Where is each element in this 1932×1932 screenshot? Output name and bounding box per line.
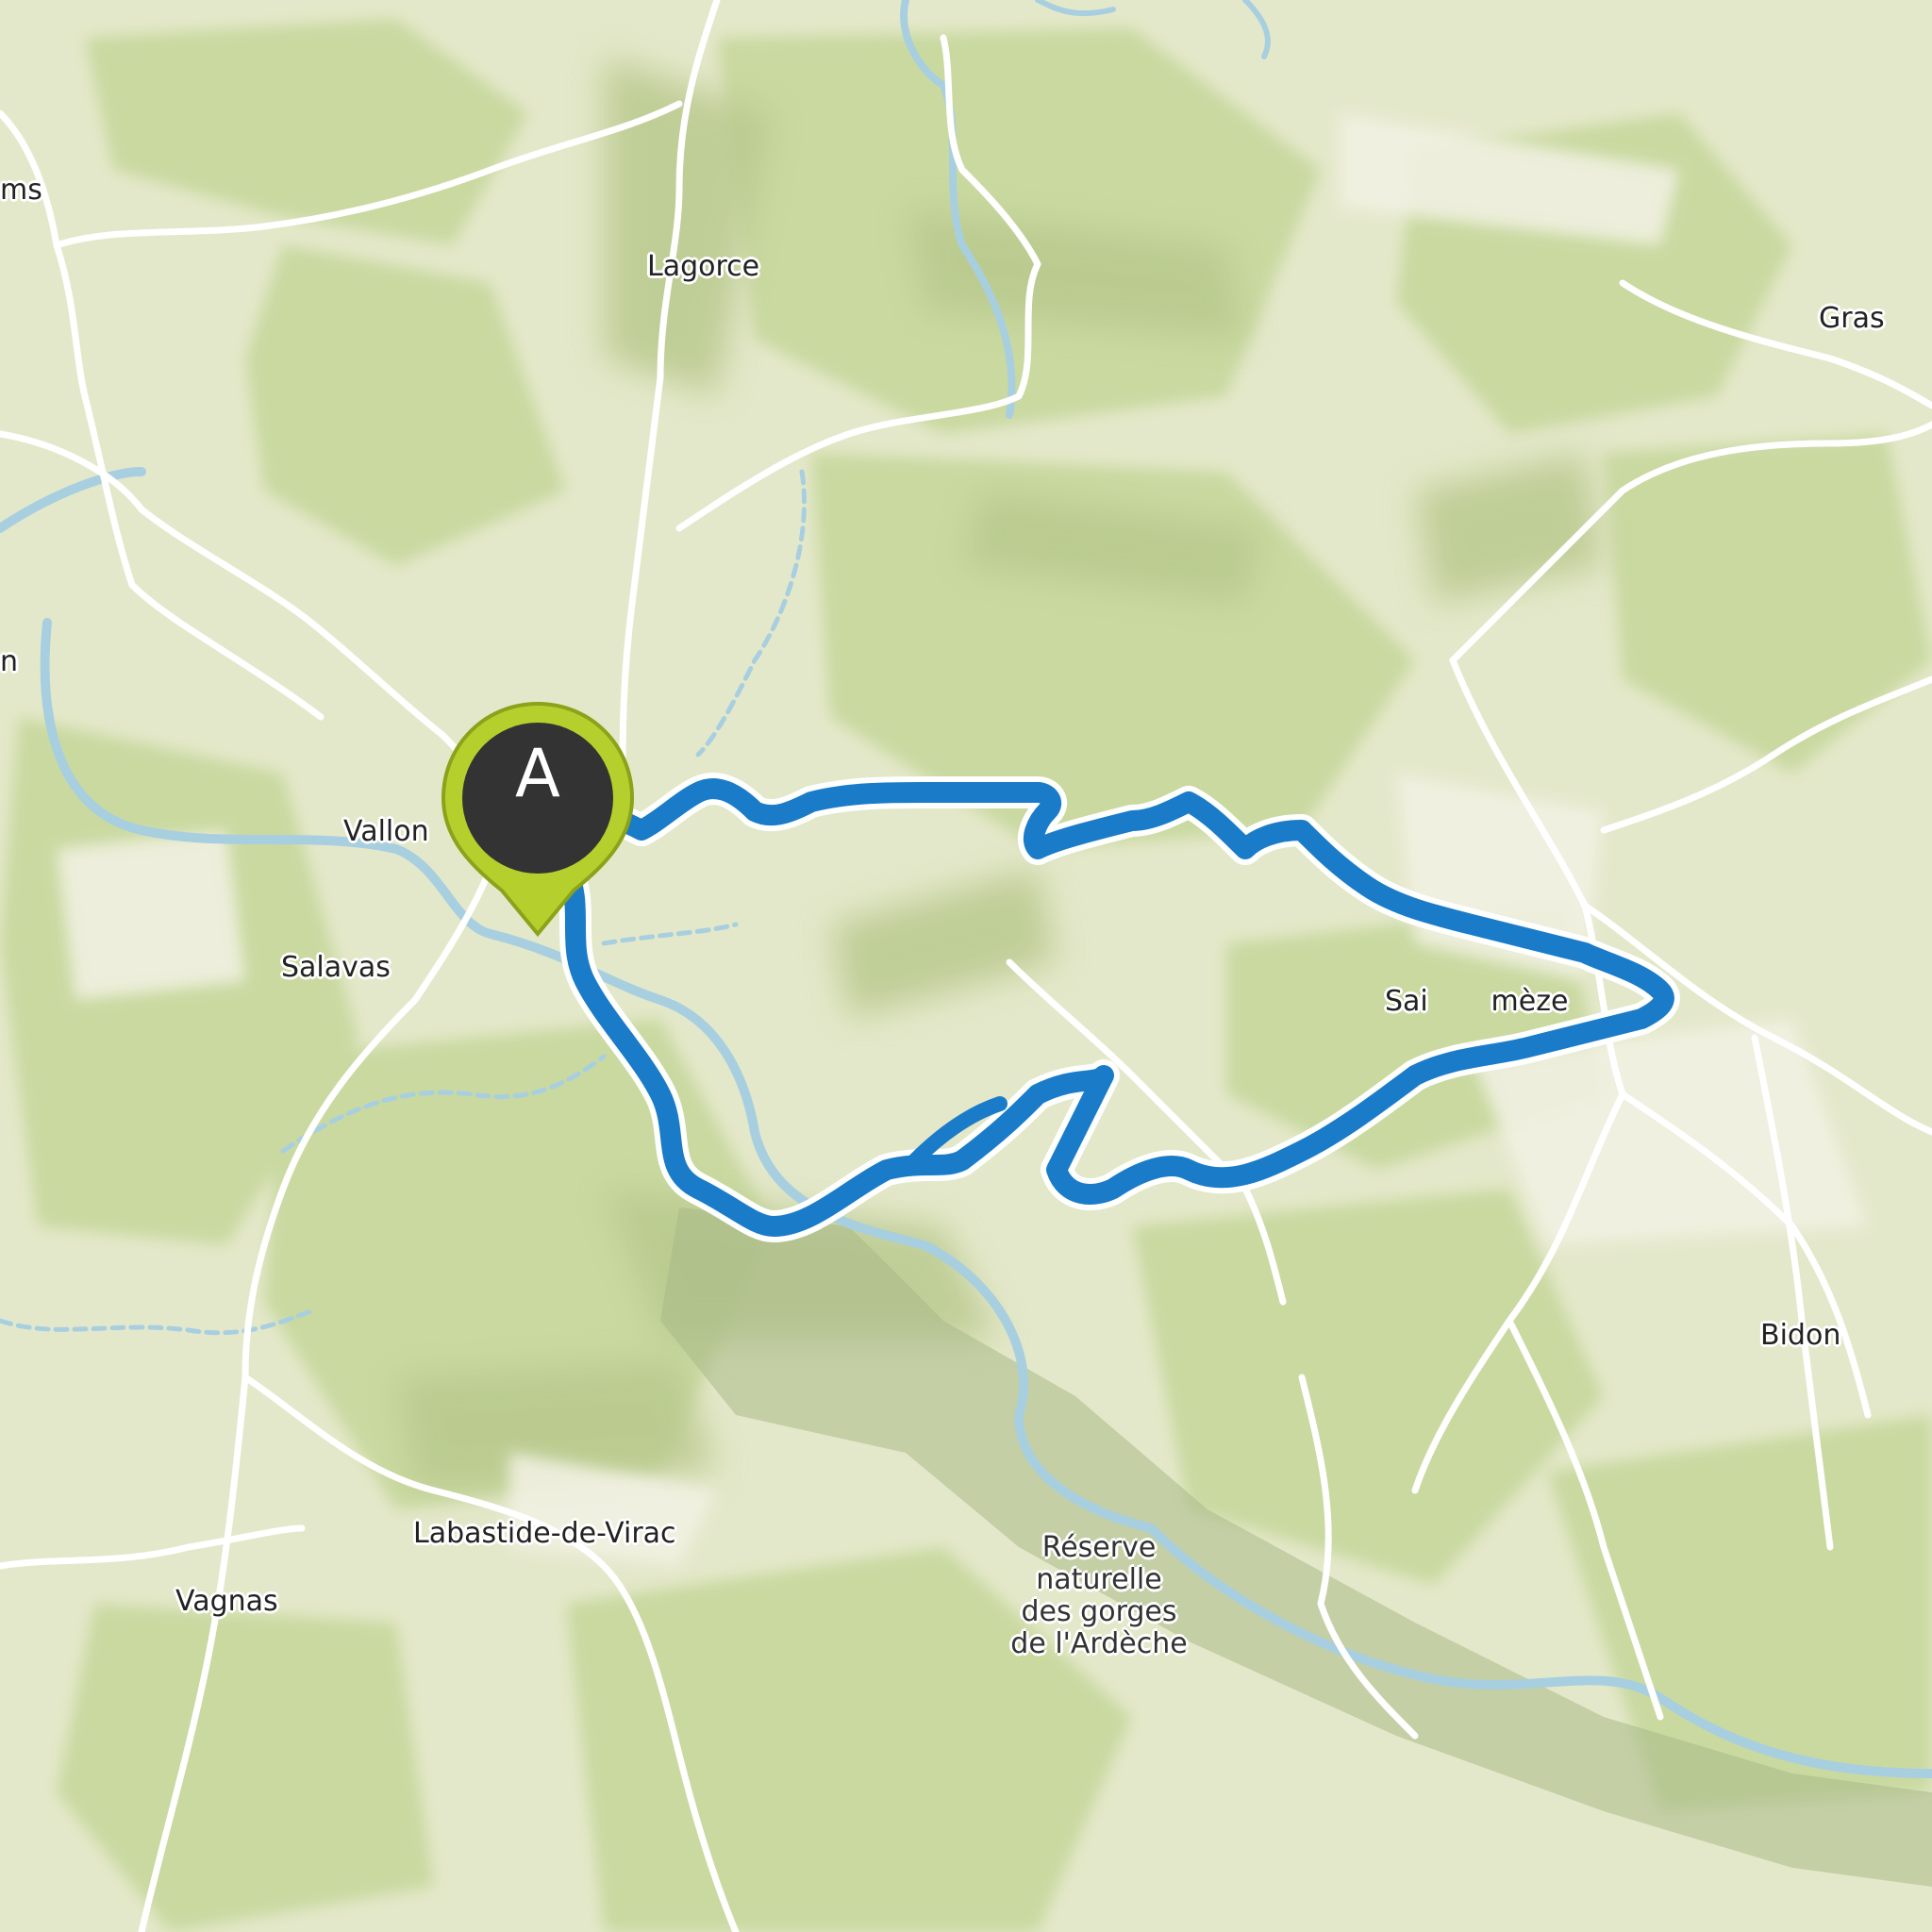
start-marker-letter: A [515,735,560,812]
place-vallon: Vallon [343,815,429,848]
place-labastide-de-virac: Labastide-de-Virac [413,1517,676,1550]
place-vagnas: Vagnas [175,1585,278,1618]
map-canvas[interactable]: Lagorce Gras Vallon Salavas Sai mèze Bid… [0,0,1932,1932]
place-lagorce: Lagorce [647,250,760,283]
reserve-label-line: des gorges [1021,1595,1177,1628]
reserve-label-line: de l'Ardèche [1010,1627,1188,1660]
place-partial-n: n [0,645,19,678]
place-saint-remeze: Sai mèze [1385,985,1569,1018]
start-marker-pin[interactable]: A [436,698,640,943]
reserve-label-line: naturelle [1036,1563,1162,1596]
reserve-label-line: Réserve [1041,1531,1157,1564]
place-salavas: Salavas [281,951,391,984]
place-gras: Gras [1819,302,1885,335]
place-partial-ms: ms [0,174,42,207]
place-bidon: Bidon [1760,1319,1841,1352]
reserve-label: Réserve naturelle des gorges de l'Ardèch… [981,1532,1217,1660]
